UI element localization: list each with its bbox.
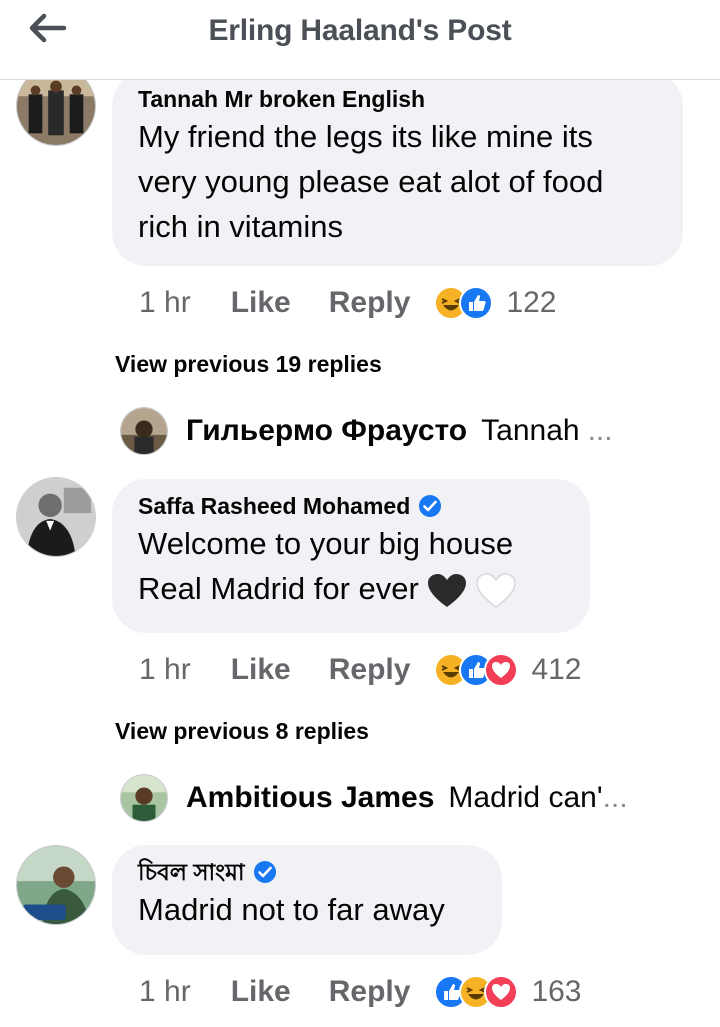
reaction-count[interactable]: 412 — [531, 653, 581, 687]
love-reaction-icon — [484, 975, 519, 1009]
comment-time: 1 hr — [139, 975, 191, 1008]
comment-actions: 1 hr Like Reply 122 — [139, 282, 557, 324]
reply-snippet: Madrid can' — [448, 781, 603, 814]
reply-ellipsis: ... — [587, 414, 613, 447]
like-reaction-icon — [459, 286, 494, 320]
white-heart-icon — [476, 573, 516, 608]
comment-author-row: চিবল সাংমা — [138, 857, 476, 887]
reaction-summary[interactable] — [434, 653, 519, 687]
like-button[interactable]: Like — [231, 975, 291, 1009]
reaction-summary[interactable] — [434, 975, 519, 1009]
reply-author[interactable]: Гильермо Фраусто — [186, 414, 467, 448]
reply-button[interactable]: Reply — [329, 286, 411, 320]
reaction-count[interactable]: 122 — [506, 286, 556, 320]
view-previous-replies[interactable]: View previous 8 replies — [115, 718, 369, 745]
avatar-chibol-sangma[interactable] — [16, 845, 96, 925]
comment-text-line: Welcome to your big house — [138, 526, 514, 561]
comment-text-line: Madrid not to far away — [138, 892, 445, 927]
comment-time: 1 hr — [139, 653, 191, 686]
like-button[interactable]: Like — [231, 286, 291, 320]
comment-actions: 1 hr Like Reply 163 — [139, 971, 582, 1013]
page-title: Erling Haaland's Post — [208, 14, 512, 47]
post-header: Erling Haaland's Post — [0, 0, 720, 80]
reply-preview[interactable]: Гильермо Фраусто Tannah ... — [120, 406, 613, 456]
verified-badge-icon — [253, 861, 276, 883]
reply-author[interactable]: Ambitious James — [186, 781, 434, 815]
reaction-count[interactable]: 163 — [531, 975, 581, 1009]
black-heart-icon — [428, 573, 467, 607]
reaction-summary[interactable] — [434, 286, 494, 320]
reply-preview[interactable]: Ambitious James Madrid can' ... — [120, 773, 628, 823]
avatar-guillermo[interactable] — [120, 407, 168, 455]
verified-badge-icon — [419, 495, 442, 517]
comment-author[interactable]: Saffa Rasheed Mohamed — [138, 491, 410, 521]
comment-bubble[interactable]: Tannah Mr broken English My friend the l… — [112, 72, 683, 266]
like-button[interactable]: Like — [231, 653, 291, 687]
view-previous-replies[interactable]: View previous 19 replies — [115, 351, 382, 378]
comment-actions: 1 hr Like Reply 412 — [139, 649, 582, 691]
comment-text-line: very young please eat alot of food — [138, 164, 604, 199]
comment-text-fragment: Real Madrid for ever — [138, 571, 419, 606]
reply-snippet: Tannah — [481, 414, 580, 447]
comment-text-line: My friend the legs its like mine its — [138, 119, 593, 154]
comment-text-line: Real Madrid for ever — [138, 566, 564, 611]
avatar-ambitious-james[interactable] — [120, 774, 168, 822]
comment-text-line: rich in vitamins — [138, 209, 343, 244]
comment-bubble[interactable]: চিবল সাংমা Madrid not to far away — [112, 845, 502, 955]
reply-button[interactable]: Reply — [329, 653, 411, 687]
avatar-saffa[interactable] — [16, 477, 96, 557]
love-reaction-icon — [484, 653, 519, 687]
comment-bubble[interactable]: Saffa Rasheed Mohamed Welcome to your bi… — [112, 479, 590, 633]
comment-time: 1 hr — [139, 286, 191, 319]
reply-button[interactable]: Reply — [329, 975, 411, 1009]
comment-author-row: Saffa Rasheed Mohamed — [138, 491, 564, 521]
comment-author[interactable]: চিবল সাংমা — [138, 857, 245, 887]
reply-ellipsis: ... — [602, 781, 628, 814]
comment-author[interactable]: Tannah Mr broken English — [138, 84, 657, 114]
